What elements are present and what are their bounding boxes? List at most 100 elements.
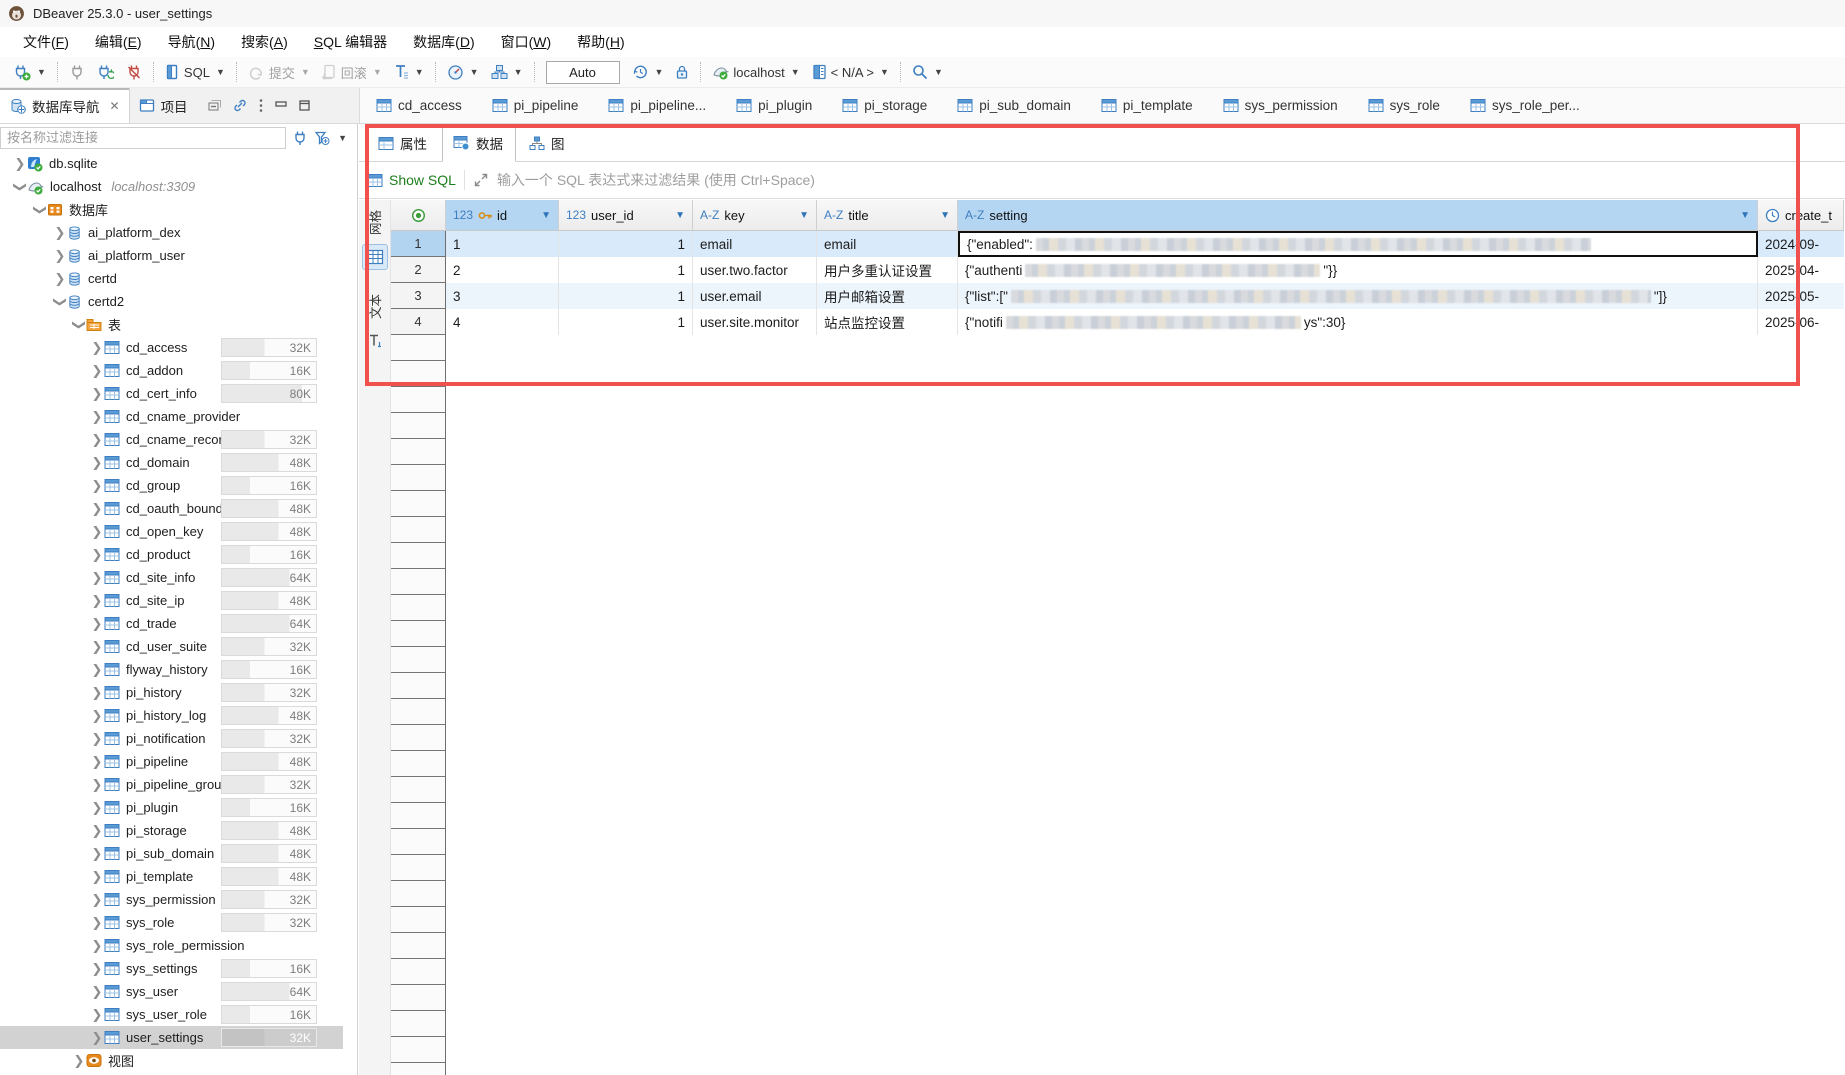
tree-item-certd2[interactable]: ❯certd2	[0, 290, 343, 313]
tree-item-sys_role[interactable]: ❯sys_role32K	[0, 911, 343, 934]
column-filter-icon[interactable]: ▼	[541, 210, 551, 221]
connect-plug-icon[interactable]	[292, 130, 308, 146]
column-header-create_t[interactable]: create_t	[1758, 200, 1844, 231]
column-header-key[interactable]: A-Zkey▼	[693, 200, 817, 231]
tree-item-dbsqlite[interactable]: ❯db.sqlite	[0, 152, 343, 175]
tree-item-cd_domain[interactable]: ❯cd_domain48K	[0, 451, 343, 474]
active-database-button[interactable]: < N/A >▼	[808, 61, 893, 83]
tree-item-cd_cname_record[interactable]: ❯cd_cname_record32K	[0, 428, 343, 451]
tree-item-pi_history_log[interactable]: ❯pi_history_log48K	[0, 704, 343, 727]
tree-item-localhost[interactable]: ❯localhostlocalhost:3309	[0, 175, 343, 198]
cell-setting[interactable]: {"enabled":	[958, 231, 1758, 257]
expand-arrow-icon[interactable]: ❯	[90, 754, 104, 770]
cell-user_id[interactable]: 1	[559, 309, 693, 335]
chevron-down-icon[interactable]: ▼	[338, 133, 347, 143]
expand-arrow-icon[interactable]: ❯	[90, 846, 104, 862]
editor-tab-pi_storage[interactable]: pi_storage	[826, 88, 941, 123]
expand-arrow-icon[interactable]: ❯	[90, 1007, 104, 1023]
cell-user_id[interactable]: 1	[559, 231, 693, 257]
tree-item-sys_settings[interactable]: ❯sys_settings16K	[0, 957, 343, 980]
link-editor-icon[interactable]	[232, 98, 248, 113]
new-connection-button[interactable]: ▼	[9, 61, 50, 84]
result-tab-chart[interactable]: 图	[518, 125, 578, 162]
collapse-arrow-icon[interactable]: ❯	[71, 318, 87, 332]
minimize-panel-icon[interactable]	[274, 100, 288, 112]
active-connection-button[interactable]: localhost▼	[708, 61, 803, 83]
expand-arrow-icon[interactable]: ❯	[90, 892, 104, 908]
row-number[interactable]: 3	[391, 283, 446, 309]
tree-item-[interactable]: ❯数据库	[0, 198, 343, 221]
menu-item-7[interactable]: 窗口(W)	[488, 28, 565, 56]
expand-arrow-icon[interactable]: ❯	[90, 708, 104, 724]
rollback-button[interactable]: 回滚▼	[318, 60, 386, 85]
editor-tab-pi_sub_domain[interactable]: pi_sub_domain	[941, 88, 1085, 123]
tree-item-sys_user[interactable]: ❯sys_user64K	[0, 980, 343, 1003]
cell-user_id[interactable]: 1	[559, 257, 693, 283]
column-header-setting[interactable]: A-Zsetting▼	[958, 200, 1758, 231]
tree-item-ai_platform_user[interactable]: ❯ai_platform_user	[0, 244, 343, 267]
tree-item-cd_cert_info[interactable]: ❯cd_cert_info80K	[0, 382, 343, 405]
editor-tab-pi_pipeline[interactable]: pi_pipeline	[476, 88, 593, 123]
column-filter-icon[interactable]: ▼	[799, 210, 809, 221]
tree-item-certd[interactable]: ❯certd	[0, 267, 343, 290]
commit-button[interactable]: 提交▼	[244, 60, 314, 85]
expand-arrow-icon[interactable]: ❯	[90, 869, 104, 885]
cell-title[interactable]: email	[817, 231, 958, 257]
cell-create-time[interactable]: 2024-09-	[1758, 231, 1844, 257]
menu-item-6[interactable]: 数据库(D)	[400, 28, 487, 56]
chevron-down-icon[interactable]: ▼	[514, 67, 523, 77]
expand-arrow-icon[interactable]: ❯	[90, 915, 104, 931]
chevron-down-icon[interactable]: ▼	[415, 67, 424, 77]
chevron-down-icon[interactable]: ▼	[301, 67, 310, 77]
collapse-arrow-icon[interactable]: ❯	[32, 203, 48, 217]
expand-arrow-icon[interactable]: ❯	[90, 777, 104, 793]
expand-arrow-icon[interactable]: ❯	[90, 938, 104, 954]
tree-item-cd_cname_provider[interactable]: ❯cd_cname_provider	[0, 405, 343, 428]
expand-arrow-icon[interactable]: ❯	[90, 662, 104, 678]
cell-setting[interactable]: {"authenti"}}	[958, 257, 1758, 283]
tree-item-flyway_history[interactable]: ❯flyway_history16K	[0, 658, 343, 681]
chevron-down-icon[interactable]: ▼	[655, 67, 664, 77]
tree-item-pi_storage[interactable]: ❯pi_storage48K	[0, 819, 343, 842]
editor-tab-pi_plugin[interactable]: pi_plugin	[720, 88, 826, 123]
txn-filter-button[interactable]: ▼	[390, 61, 428, 83]
editor-tab-sys_role_per[interactable]: sys_role_per...	[1454, 88, 1594, 123]
tree-item-cd_site_info[interactable]: ❯cd_site_info64K	[0, 566, 343, 589]
column-header-user_id[interactable]: 123user_id▼	[559, 200, 693, 231]
expand-arrow-icon[interactable]: ❯	[53, 225, 67, 241]
expand-arrow-icon[interactable]: ❯	[90, 800, 104, 816]
expand-arrow-icon[interactable]: ❯	[90, 432, 104, 448]
view-menu-icon[interactable]	[258, 98, 264, 114]
chevron-down-icon[interactable]: ▼	[470, 67, 479, 77]
expand-arrow-icon[interactable]: ❯	[90, 363, 104, 379]
cell-key[interactable]: user.two.factor	[693, 257, 817, 283]
cell-title[interactable]: 站点监控设置	[817, 309, 958, 335]
cell-create-time[interactable]: 2025-05-	[1758, 283, 1844, 309]
disconnect-button[interactable]	[122, 61, 146, 84]
cell-key[interactable]: user.site.monitor	[693, 309, 817, 335]
cell-create-time[interactable]: 2025-04-	[1758, 257, 1844, 283]
expand-arrow-icon[interactable]: ❯	[90, 685, 104, 701]
result-tab-props[interactable]: 属性	[367, 125, 440, 162]
tree-item-sys_role_permission[interactable]: ❯sys_role_permission	[0, 934, 343, 957]
tree-item-[interactable]: ❯视图	[0, 1049, 343, 1072]
expand-arrow-icon[interactable]: ❯	[90, 823, 104, 839]
expand-arrow-icon[interactable]: ❯	[90, 731, 104, 747]
result-tab-data[interactable]: 数据	[442, 125, 516, 162]
menu-item-3[interactable]: 导航(N)	[155, 28, 228, 56]
cell-id[interactable]: 1	[446, 231, 559, 257]
refresh-button[interactable]: ▼	[628, 61, 668, 83]
tree-item-ai_platform_dex[interactable]: ❯ai_platform_dex	[0, 221, 343, 244]
tree-item-pi_pipeline_group[interactable]: ❯pi_pipeline_group32K	[0, 773, 343, 796]
expand-arrow-icon[interactable]: ❯	[90, 547, 104, 563]
tree-item-cd_product[interactable]: ❯cd_product16K	[0, 543, 343, 566]
expand-arrow-icon[interactable]: ❯	[90, 501, 104, 517]
tree-item-cd_trade[interactable]: ❯cd_trade64K	[0, 612, 343, 635]
chevron-down-icon[interactable]: ▼	[37, 67, 46, 77]
tree-item-user_settings[interactable]: ❯user_settings32K	[0, 1026, 343, 1049]
presentation-grid-button[interactable]	[362, 244, 388, 270]
select-all-radio[interactable]	[391, 200, 446, 231]
editor-tab-pi_template[interactable]: pi_template	[1085, 88, 1207, 123]
connection-filter-input[interactable]	[0, 127, 286, 149]
menu-item-4[interactable]: 搜索(A)	[228, 28, 301, 56]
